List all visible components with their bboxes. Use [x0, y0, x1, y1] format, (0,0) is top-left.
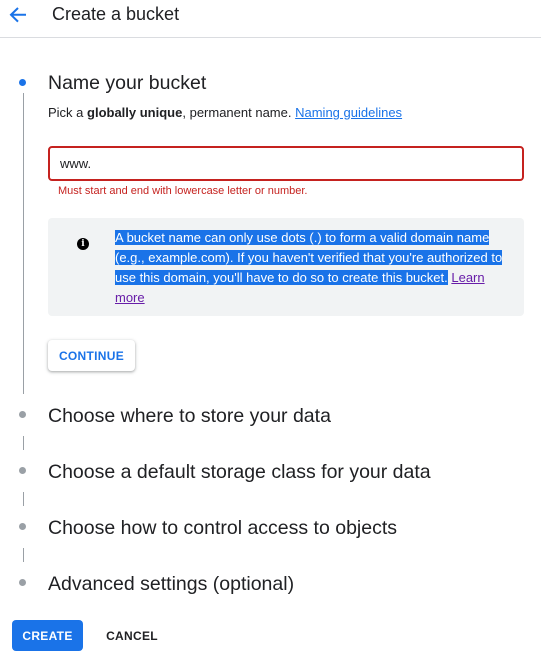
arrow-back-icon: [9, 7, 26, 23]
step-5-indicator: [19, 579, 26, 586]
create-button[interactable]: CREATE: [12, 620, 83, 651]
step-1-connector: [23, 93, 24, 394]
step-2-title[interactable]: Choose where to store your data: [48, 405, 331, 428]
step-1-title[interactable]: Name your bucket: [48, 72, 206, 95]
bucket-name-input[interactable]: [48, 146, 524, 181]
page-title: Create a bucket: [52, 4, 180, 24]
hint-suffix: , permanent name.: [182, 105, 292, 120]
cancel-button[interactable]: CANCEL: [96, 620, 168, 651]
bucket-name-hint: Pick a globally unique, permanent name. …: [48, 105, 402, 120]
info-message: A bucket name can only use dots (.) to f…: [115, 228, 509, 308]
step-2-indicator: [19, 411, 26, 418]
step-4-title[interactable]: Choose how to control access to objects: [48, 517, 397, 540]
step-3-indicator: [19, 467, 26, 474]
step-5-title[interactable]: Advanced settings (optional): [48, 573, 294, 596]
info-message-text: A bucket name can only use dots (.) to f…: [115, 230, 503, 285]
back-button[interactable]: [4, 0, 32, 30]
top-bar: Create a bucket: [0, 0, 541, 38]
step-4-connector: [23, 548, 24, 562]
continue-button[interactable]: CONTINUE: [48, 340, 135, 371]
step-3-title[interactable]: Choose a default storage class for your …: [48, 461, 431, 484]
step-4-indicator: [19, 523, 26, 530]
naming-guidelines-link[interactable]: Naming guidelines: [295, 105, 402, 120]
step-1-indicator: [19, 79, 26, 86]
hint-prefix: Pick a: [48, 105, 88, 120]
info-icon: i: [77, 238, 89, 250]
step-3-connector: [23, 492, 24, 506]
bucket-name-error: Must start and end with lowercase letter…: [58, 185, 308, 197]
domain-info-box: i A bucket name can only use dots (.) to…: [48, 218, 524, 316]
hint-bold: globally unique: [87, 105, 183, 120]
step-2-connector: [23, 436, 24, 450]
